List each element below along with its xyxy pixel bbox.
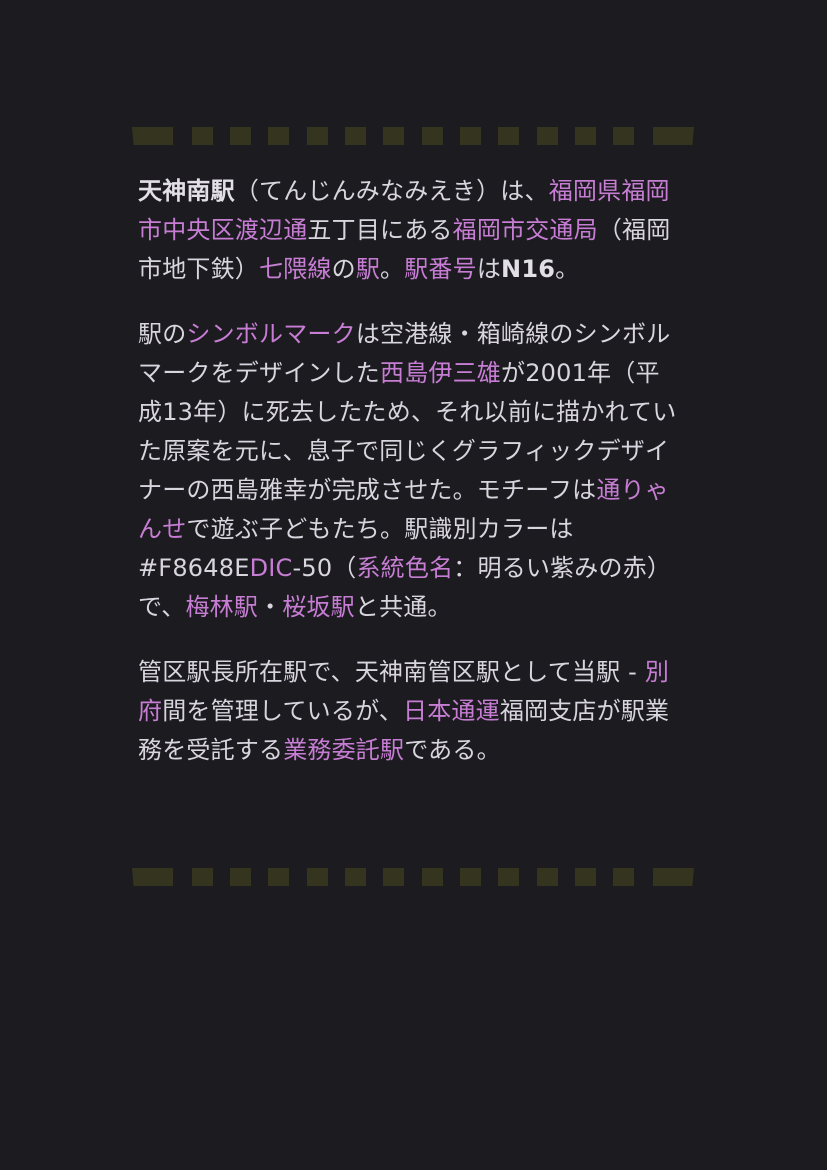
film-hole	[421, 127, 443, 145]
film-hole	[459, 868, 481, 886]
link-watanabe-dori[interactable]: 渡辺通	[235, 216, 308, 244]
film-hole	[268, 127, 290, 145]
film-strip-top-divider	[132, 126, 694, 146]
link-systematic-color-name[interactable]: 系統色名	[356, 554, 453, 582]
film-hole	[383, 127, 405, 145]
text: 間を管理しているが、	[162, 697, 404, 725]
link-nippon-express[interactable]: 日本通運	[403, 697, 500, 725]
paragraph-symbol: 駅のシンボルマークは空港線・箱崎線のシンボルマークをデザインした西島伊三雄が20…	[138, 315, 678, 627]
film-hole	[229, 127, 251, 145]
film-hole	[229, 868, 251, 886]
link-fukuoka-transport-bureau[interactable]: 福岡市交通局	[453, 216, 598, 244]
film-strip-bottom-divider	[132, 867, 694, 887]
text: 駅の	[138, 320, 187, 348]
text: ・	[258, 593, 283, 621]
article-body: 天神南駅（てんじんみなみえき）は、福岡県福岡市中央区渡辺通五丁目にある福岡市交通…	[138, 172, 678, 796]
text: 管区駅長所在駅で、天神南管区駅として当駅 -	[138, 658, 645, 686]
station-name: 天神南駅	[138, 177, 235, 205]
film-strip-end	[653, 127, 694, 145]
link-nishijima-isao[interactable]: 西島伊三雄	[380, 359, 501, 387]
film-hole	[191, 127, 213, 145]
paragraph-intro: 天神南駅（てんじんみなみえき）は、福岡県福岡市中央区渡辺通五丁目にある福岡市交通…	[138, 172, 678, 289]
link-nanakuma-line[interactable]: 七隈線	[259, 255, 332, 283]
text: 。	[555, 255, 580, 283]
film-hole	[306, 127, 328, 145]
text: -50（	[292, 554, 357, 582]
text: 。	[380, 255, 405, 283]
film-hole	[383, 868, 405, 886]
link-meinohama-station[interactable]: 梅林駅	[185, 593, 258, 621]
text: と共通。	[354, 593, 452, 621]
film-hole	[613, 127, 635, 145]
film-hole	[574, 127, 596, 145]
film-strip-holes	[173, 868, 653, 886]
link-chuo-ward[interactable]: 中央区	[162, 216, 235, 244]
film-hole	[268, 868, 290, 886]
film-hole	[613, 868, 635, 886]
link-outsourced-station[interactable]: 業務委託駅	[283, 736, 404, 764]
paragraph-management: 管区駅長所在駅で、天神南管区駅として当駅 - 別府間を管理しているが、日本通運福…	[138, 653, 678, 770]
text: である。	[404, 736, 501, 764]
text: （てんじんみなみえき）は、	[234, 177, 549, 205]
film-hole	[191, 868, 213, 886]
film-hole	[344, 868, 366, 886]
film-hole	[459, 127, 481, 145]
link-dic[interactable]: DIC	[250, 554, 293, 582]
film-hole	[536, 868, 558, 886]
film-hole	[344, 127, 366, 145]
film-strip-end	[132, 868, 173, 886]
text: の	[331, 255, 356, 283]
film-strip-holes	[173, 127, 653, 145]
link-symbol-mark[interactable]: シンボルマーク	[186, 320, 355, 348]
film-strip-end	[653, 868, 694, 886]
text: は	[476, 255, 502, 283]
film-hole	[498, 127, 520, 145]
station-code: N16	[501, 255, 556, 283]
film-hole	[306, 868, 328, 886]
link-sakurazaka-station[interactable]: 桜坂駅	[282, 593, 355, 621]
film-hole	[536, 127, 558, 145]
film-strip-end	[132, 127, 173, 145]
text: 五丁目にある	[307, 216, 453, 244]
link-station-number[interactable]: 駅番号	[404, 255, 477, 283]
link-fukuoka-prefecture[interactable]: 福岡県	[549, 177, 622, 205]
film-hole	[574, 868, 596, 886]
film-hole	[498, 868, 520, 886]
film-hole	[421, 868, 443, 886]
link-station[interactable]: 駅	[356, 255, 380, 283]
